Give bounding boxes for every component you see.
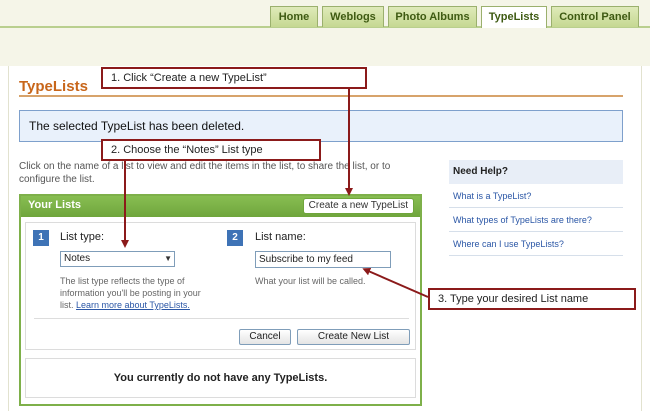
list-name-help: What your list will be called. [255, 276, 366, 286]
list-type-value: Notes [64, 253, 91, 264]
list-type-select[interactable]: Notes ▼ [60, 251, 175, 267]
status-message: The selected TypeList has been deleted. [19, 110, 623, 142]
tab-home[interactable]: Home [270, 6, 318, 27]
empty-lists-message: You currently do not have any TypeLists. [25, 358, 416, 398]
title-rule [19, 95, 623, 97]
panel-title: Your Lists [28, 199, 81, 211]
intro-text: Click on the name of a list to view and … [19, 161, 391, 185]
help-link-where[interactable]: Where can I use TypeLists? [449, 232, 623, 256]
header-band [0, 28, 650, 66]
form-divider [34, 318, 409, 319]
help-link-what-is[interactable]: What is a TypeList? [449, 184, 623, 208]
tab-typelists[interactable]: TypeLists [481, 6, 547, 28]
callout-step-2: 2. Choose the “Notes” List type [101, 139, 321, 161]
panel-header: Your Lists Create a new TypeList [21, 196, 420, 217]
cancel-button[interactable]: Cancel [239, 329, 291, 345]
callout-step-3: 3. Type your desired List name [428, 288, 636, 310]
tab-control-panel[interactable]: Control Panel [551, 6, 639, 27]
create-typelist-button[interactable]: Create a new TypeList [302, 198, 414, 214]
list-type-label: List type: [60, 231, 105, 243]
page-title: TypeLists [19, 78, 88, 95]
create-new-list-button[interactable]: Create New List [297, 329, 410, 345]
your-lists-panel: Your Lists Create a new TypeList 1 List … [19, 194, 422, 406]
callout-step-1: 1. Click “Create a new TypeList” [101, 67, 367, 89]
list-type-help: The list type reflects the type of infor… [60, 275, 210, 311]
new-list-form: 1 List type: Notes ▼ The list type refle… [25, 222, 416, 350]
help-title: Need Help? [449, 160, 623, 184]
help-link-types[interactable]: What types of TypeLists are there? [449, 208, 623, 232]
tab-weblogs[interactable]: Weblogs [322, 6, 384, 27]
chevron-down-icon: ▼ [164, 254, 172, 263]
learn-more-link[interactable]: Learn more about TypeLists. [76, 300, 190, 310]
help-sidebar: Need Help? What is a TypeList? What type… [449, 160, 623, 256]
list-name-label: List name: [255, 231, 306, 243]
step-2-badge: 2 [227, 230, 243, 246]
list-name-input[interactable]: Subscribe to my feed [255, 251, 391, 268]
tab-photo-albums[interactable]: Photo Albums [388, 6, 477, 27]
step-1-badge: 1 [33, 230, 49, 246]
